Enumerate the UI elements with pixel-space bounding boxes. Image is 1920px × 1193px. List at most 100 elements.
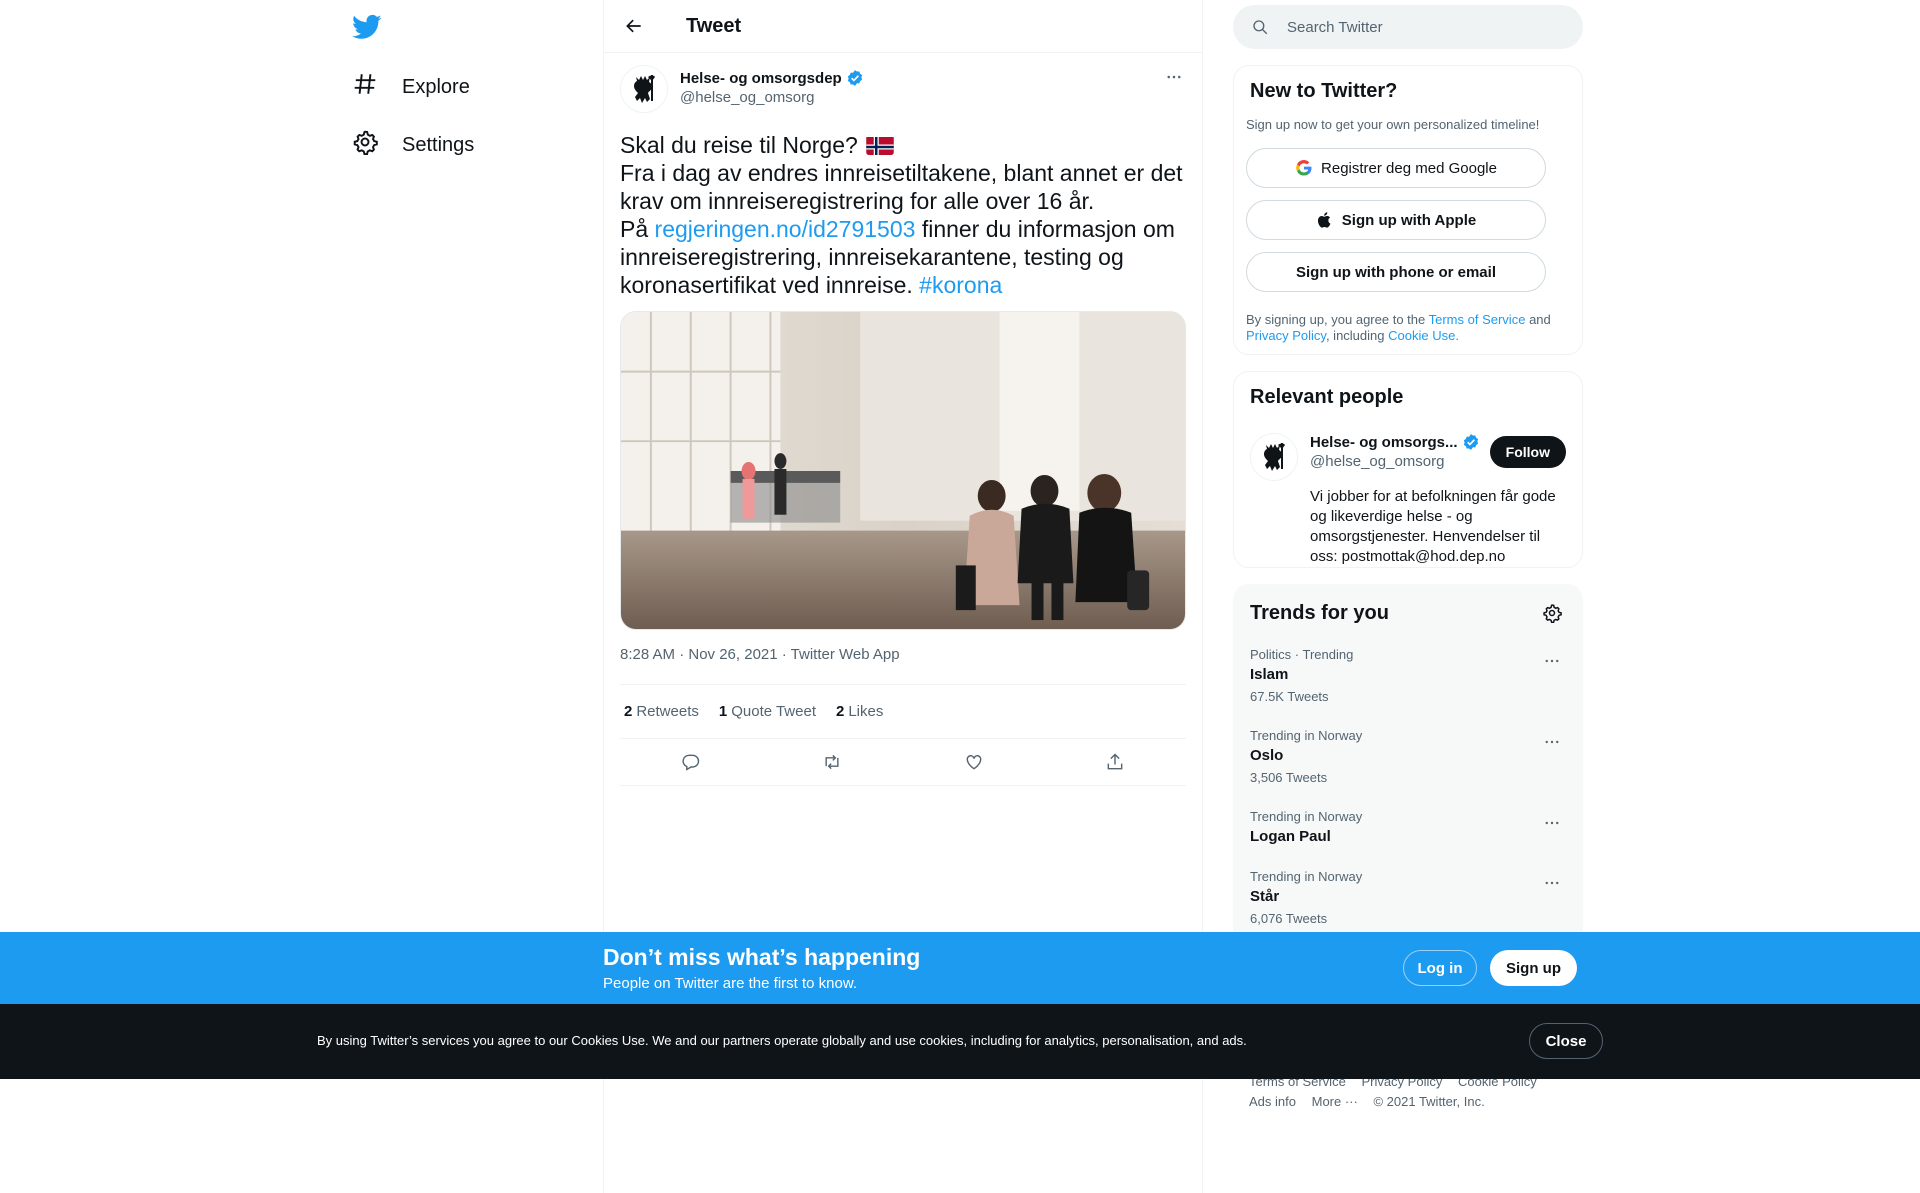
person-name[interactable]: Helse- og omsorgs... <box>1310 433 1480 451</box>
phone-email-signup-button[interactable]: Sign up with phone or email <box>1246 252 1546 292</box>
trend-meta: Trending in Norway <box>1250 869 1363 884</box>
gear-icon <box>352 129 378 161</box>
legal-including: , including <box>1325 328 1385 343</box>
person-handle: @helse_og_omsorg <box>1310 453 1445 470</box>
trends-panel: Trends for you Politics · Trending Islam… <box>1233 584 1583 964</box>
tweet: Helse- og omsorgsdep @helse_og_omsorg Sk… <box>604 53 1202 786</box>
retweet-icon <box>825 754 839 770</box>
nav-explore-label: Explore <box>402 75 470 98</box>
footer-ads-link[interactable]: Ads info <box>1249 1094 1296 1109</box>
tweet-text: Skal du reise til Norge? Fra i dag av en… <box>620 131 1186 299</box>
privacy-link[interactable]: Privacy Policy <box>1246 328 1326 343</box>
login-button[interactable]: Log in <box>1403 950 1477 986</box>
nav-settings-label: Settings <box>402 133 475 156</box>
tweet-stats: 2 Retweets 1 Quote Tweet 2 Likes <box>620 685 1186 738</box>
trend-item[interactable]: Trending in Norway Logan Paul <box>1250 809 1566 845</box>
retweets-stat[interactable]: 2 Retweets <box>624 703 699 720</box>
verified-badge-icon <box>1463 434 1478 450</box>
search-icon <box>1253 20 1268 35</box>
norwegian-lion-crest-icon <box>1264 443 1285 471</box>
tweet-text-line1: Skal du reise til Norge? <box>620 132 858 158</box>
apple-signup-button[interactable]: Sign up with Apple <box>1246 200 1546 240</box>
share-button[interactable] <box>1097 744 1133 780</box>
likes-label: Likes <box>848 703 884 720</box>
trend-item[interactable]: Trending in Norway Oslo 3,506 Tweets <box>1250 728 1566 785</box>
cookie-use-link[interactable]: Cookie Use. <box>1388 328 1459 343</box>
person-avatar[interactable] <box>1250 433 1298 481</box>
hashtag-link[interactable]: #korona <box>919 272 1002 298</box>
trend-more-button[interactable] <box>1538 869 1566 897</box>
trends-title: Trends for you <box>1250 601 1389 624</box>
signup-legal-text: By signing up, you agree to the Terms of… <box>1246 312 1570 344</box>
person-name-text: Helse- og omsorgs... <box>1310 433 1458 451</box>
signup-panel: New to Twitter? Sign up now to get your … <box>1233 65 1583 355</box>
trend-count: 67.5K Tweets <box>1250 689 1329 704</box>
trend-more-button[interactable] <box>1538 809 1566 837</box>
heart-icon <box>966 755 982 770</box>
tweet-link[interactable]: regjeringen.no/id2791503 <box>655 216 916 242</box>
trend-more-button[interactable] <box>1538 647 1566 675</box>
google-signup-label: Registrer deg med Google <box>1321 159 1497 177</box>
verified-badge-icon <box>847 70 862 86</box>
trend-name: Logan Paul <box>1250 828 1331 845</box>
trend-item[interactable]: Politics · Trending Islam 67.5K Tweets <box>1250 647 1566 704</box>
trends-settings-button[interactable] <box>1538 599 1566 627</box>
quote-tweets-stat[interactable]: 1 Quote Tweet <box>719 703 816 720</box>
legal-prefix: By signing up, you agree to the <box>1246 312 1426 327</box>
retweet-button[interactable] <box>814 744 850 780</box>
search-input[interactable] <box>1287 18 1547 36</box>
tweet-timestamp[interactable]: 8:28 AM · Nov 26, 2021 · Twitter Web App <box>620 646 1186 668</box>
trend-name: Oslo <box>1250 747 1284 764</box>
likes-count: 2 <box>836 703 845 720</box>
avatar[interactable] <box>620 65 668 113</box>
tweet-more-button[interactable] <box>1162 65 1186 89</box>
legal-and: and <box>1529 312 1551 327</box>
trend-meta: Trending in Norway <box>1250 809 1363 824</box>
footer-more-link[interactable]: More ··· <box>1312 1094 1358 1109</box>
google-signup-button[interactable]: Registrer deg med Google <box>1246 148 1546 188</box>
nav-explore[interactable]: Explore <box>352 67 470 107</box>
nav-settings[interactable]: Settings <box>352 125 474 165</box>
retweets-label: Retweets <box>636 703 699 720</box>
tweet-author: Helse- og omsorgsdep @helse_og_omsorg <box>620 53 1186 125</box>
more-horizontal-icon <box>1545 740 1559 744</box>
back-button[interactable] <box>616 8 652 44</box>
cookie-consent-bar: By using Twitter’s services you agree to… <box>0 1004 1920 1079</box>
author-handle[interactable]: @helse_og_omsorg <box>680 89 864 106</box>
person-bio: Vi jobber for at befolkningen får gode o… <box>1310 488 1556 565</box>
like-button[interactable] <box>956 744 992 780</box>
twitter-bird-icon[interactable] <box>352 12 382 42</box>
gear-icon <box>1543 604 1562 623</box>
relevant-people-panel: Relevant people Helse- og omsorgs... @he… <box>1233 371 1583 568</box>
page-title: Tweet <box>686 14 742 37</box>
tweet-actions <box>620 738 1186 786</box>
trend-count: 3,506 Tweets <box>1250 770 1328 785</box>
search-box[interactable] <box>1233 5 1583 49</box>
hashtag-icon <box>352 71 378 103</box>
trend-count: 6,076 Tweets <box>1250 911 1328 926</box>
trend-more-button[interactable] <box>1538 728 1566 756</box>
apple-signup-label: Sign up with Apple <box>1341 211 1477 229</box>
trend-name: Islam <box>1250 666 1289 683</box>
login-bar-title: Don’t miss what’s happening <box>603 944 921 970</box>
tweet-text-line3-pre: På <box>620 216 649 242</box>
signup-button[interactable]: Sign up <box>1490 950 1577 986</box>
norway-flag-icon <box>866 135 894 155</box>
reply-button[interactable] <box>673 744 709 780</box>
likes-stat[interactable]: 2 Likes <box>836 703 883 720</box>
person-card[interactable]: Helse- og omsorgs... @helse_og_omsorg Fo… <box>1250 433 1566 481</box>
quote-tweets-label: Quote Tweet <box>731 703 816 720</box>
apple-logo-icon <box>1317 212 1331 228</box>
more-horizontal-icon <box>1167 75 1181 79</box>
author-display-name[interactable]: Helse- og omsorgsdep <box>680 69 864 87</box>
tweet-photo[interactable] <box>620 311 1186 630</box>
phone-email-signup-label: Sign up with phone or email <box>1295 263 1496 281</box>
trend-item[interactable]: Trending in Norway Står 6,076 Tweets <box>1250 869 1566 926</box>
terms-link[interactable]: Terms of Service <box>1429 312 1526 327</box>
follow-button[interactable]: Follow <box>1489 436 1566 468</box>
cookie-close-button[interactable]: Close <box>1529 1023 1603 1059</box>
norwegian-lion-crest-icon <box>634 75 655 103</box>
signup-subtitle: Sign up now to get your own personalized… <box>1246 117 1540 132</box>
footer-copyright: © 2021 Twitter, Inc. <box>1373 1094 1485 1109</box>
reply-icon <box>682 754 699 771</box>
